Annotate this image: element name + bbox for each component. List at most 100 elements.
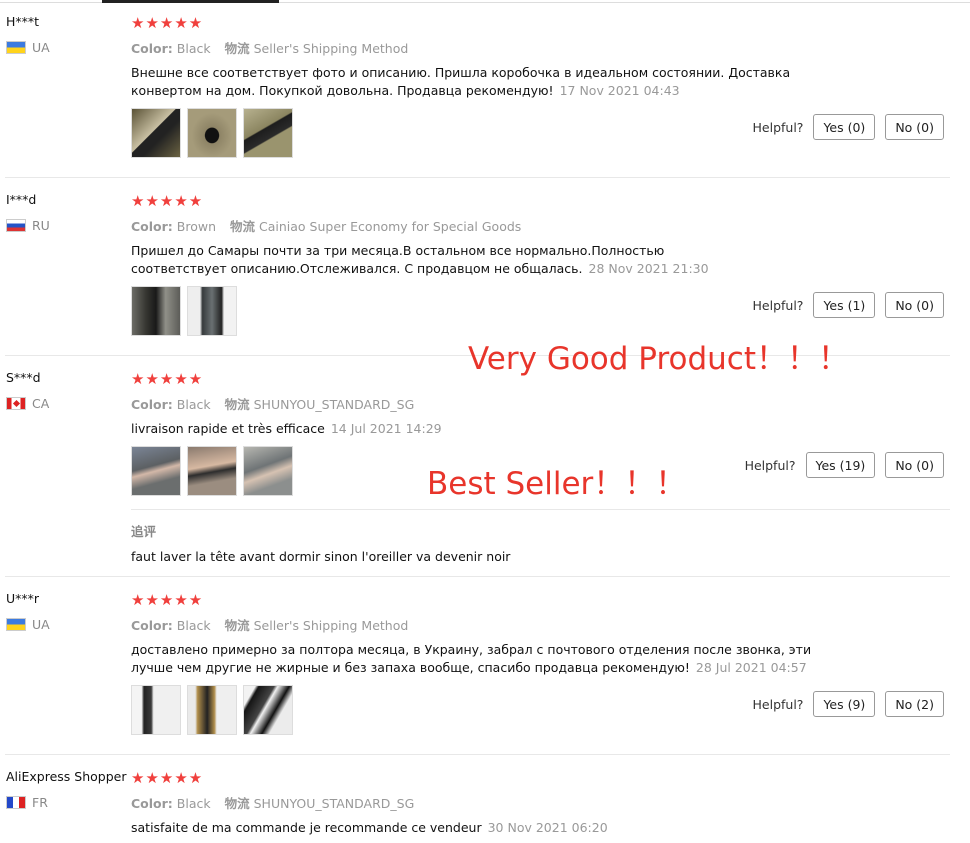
review-meta: Color: Black 物流 SHUNYOU_STANDARD_SG	[131, 394, 414, 413]
reviewer-country: RU	[6, 218, 50, 233]
helpful-label: Helpful?	[744, 457, 796, 473]
star-rating: ★★★★★	[131, 769, 204, 787]
helpful-controls: Helpful? Yes (9) No (2)	[753, 691, 944, 717]
color-value: Brown	[176, 219, 217, 234]
shipping-value: Cainiao Super Economy for Special Goods	[259, 219, 522, 234]
ukraine-flag-icon	[6, 41, 26, 54]
reviewer-name: S***d	[6, 370, 41, 385]
review-meta: Color: Brown 物流 Cainiao Super Economy for…	[131, 216, 521, 235]
helpful-label: Helpful?	[752, 696, 804, 712]
review-divider	[5, 576, 950, 577]
helpful-yes-button[interactable]: Yes (0)	[813, 114, 876, 140]
shipping-value: Seller's Shipping Method	[253, 618, 409, 633]
country-code: UA	[32, 617, 50, 632]
reviewer-country: UA	[6, 40, 50, 55]
reviewer-name: U***r	[6, 591, 40, 606]
france-flag-icon	[6, 796, 26, 809]
active-tab-indicator	[102, 0, 279, 3]
color-label: Color:	[131, 618, 173, 633]
review-meta: Color: Black 物流 Seller's Shipping Method	[131, 615, 408, 634]
review-date: 28 Nov 2021 21:30	[588, 261, 709, 276]
helpful-yes-button[interactable]: Yes (19)	[805, 452, 876, 478]
canada-flag-icon	[6, 397, 26, 410]
helpful-no-button[interactable]: No (0)	[885, 114, 944, 140]
shipping-label: 物流	[224, 41, 250, 56]
review-photo-thumbnail[interactable]	[243, 685, 293, 735]
helpful-controls: Helpful? Yes (0) No (0)	[753, 114, 944, 140]
helpful-no-button[interactable]: No (0)	[885, 452, 944, 478]
helpful-yes-button[interactable]: Yes (1)	[813, 292, 876, 318]
reviewer-name: H***t	[6, 14, 40, 29]
shipping-label: 物流	[230, 219, 256, 234]
helpful-label: Helpful?	[752, 119, 804, 135]
shipping-value: SHUNYOU_STANDARD_SG	[253, 397, 415, 412]
reviewer-name: I***d	[6, 192, 37, 207]
helpful-controls: Helpful? Yes (19) No (0)	[745, 452, 944, 478]
color-value: Black	[176, 397, 211, 412]
review-photo-thumbnail[interactable]	[131, 108, 181, 158]
review-text: satisfaite de ma commande je recommande …	[131, 820, 482, 835]
tab-bar	[0, 0, 970, 4]
helpful-no-button[interactable]: No (2)	[885, 691, 944, 717]
shipping-value: SHUNYOU_STANDARD_SG	[253, 796, 415, 811]
star-rating: ★★★★★	[131, 370, 204, 388]
reviewer-country: CA	[6, 396, 49, 411]
star-rating: ★★★★★	[131, 14, 204, 32]
color-value: Black	[176, 41, 211, 56]
review-photo-thumbnail[interactable]	[187, 685, 237, 735]
additional-review-text: faut laver la tête avant dormir sinon l'…	[131, 549, 511, 564]
ukraine-flag-icon	[6, 618, 26, 631]
review-item: AliExpress Shopper FR ★★★★★ Color: Black…	[0, 769, 950, 843]
review-photos	[131, 685, 293, 735]
star-rating: ★★★★★	[131, 192, 204, 210]
color-label: Color:	[131, 219, 173, 234]
reviewer-country: FR	[6, 795, 48, 810]
color-label: Color:	[131, 796, 173, 811]
review-text: Пришел до Самары почти за три месяца.В о…	[131, 243, 665, 276]
country-code: RU	[32, 218, 50, 233]
review-photos	[131, 108, 293, 158]
review-item: H***t UA ★★★★★ Color: Black 物流 Seller's S…	[0, 14, 950, 178]
review-divider	[5, 177, 950, 178]
review-item: I***d RU ★★★★★ Color: Brown 物流 Cainiao Su…	[0, 192, 950, 356]
color-value: Black	[176, 618, 211, 633]
review-photo-thumbnail[interactable]	[131, 446, 181, 496]
review-text: livraison rapide et très efficace	[131, 421, 325, 436]
color-label: Color:	[131, 397, 173, 412]
review-divider	[5, 754, 950, 755]
shipping-label: 物流	[224, 618, 250, 633]
review-photo-thumbnail[interactable]	[243, 108, 293, 158]
review-photo-thumbnail[interactable]	[187, 446, 237, 496]
review-text-block: livraison rapide et très efficace 14 Jul …	[131, 420, 841, 438]
overlay-best-seller: Best Seller！！！	[427, 466, 687, 502]
shipping-value: Seller's Shipping Method	[253, 41, 409, 56]
review-photo-thumbnail[interactable]	[187, 108, 237, 158]
review-photo-thumbnail[interactable]	[131, 286, 181, 336]
star-rating: ★★★★★	[131, 591, 204, 609]
review-meta: Color: Black 物流 SHUNYOU_STANDARD_SG	[131, 793, 414, 812]
review-photo-thumbnail[interactable]	[243, 446, 293, 496]
review-date: 28 Jul 2021 04:57	[695, 660, 807, 675]
country-code: FR	[32, 795, 48, 810]
overlay-very-good-product: Very Good Product！！！	[468, 341, 850, 377]
review-photo-thumbnail[interactable]	[187, 286, 237, 336]
review-text-block: Пришел до Самары почти за три месяца.В о…	[131, 242, 751, 278]
additional-review-label: 追评	[131, 524, 157, 539]
shipping-label: 物流	[224, 796, 250, 811]
shipping-label: 物流	[224, 397, 250, 412]
russia-flag-icon	[6, 219, 26, 232]
review-photos	[131, 446, 293, 496]
review-text-block: Внешне все соответствует фото и описанию…	[131, 64, 841, 100]
country-code: CA	[32, 396, 50, 411]
helpful-yes-button[interactable]: Yes (9)	[813, 691, 876, 717]
review-text: Внешне все соответствует фото и описанию…	[131, 65, 791, 98]
helpful-no-button[interactable]: No (0)	[885, 292, 944, 318]
reviewer-country: UA	[6, 617, 50, 632]
helpful-controls: Helpful? Yes (1) No (0)	[753, 292, 944, 318]
review-photo-thumbnail[interactable]	[131, 685, 181, 735]
color-label: Color:	[131, 41, 173, 56]
review-photos	[131, 286, 237, 336]
country-code: UA	[32, 40, 50, 55]
reviewer-name: AliExpress Shopper	[6, 769, 127, 784]
additional-review-divider	[131, 509, 950, 510]
